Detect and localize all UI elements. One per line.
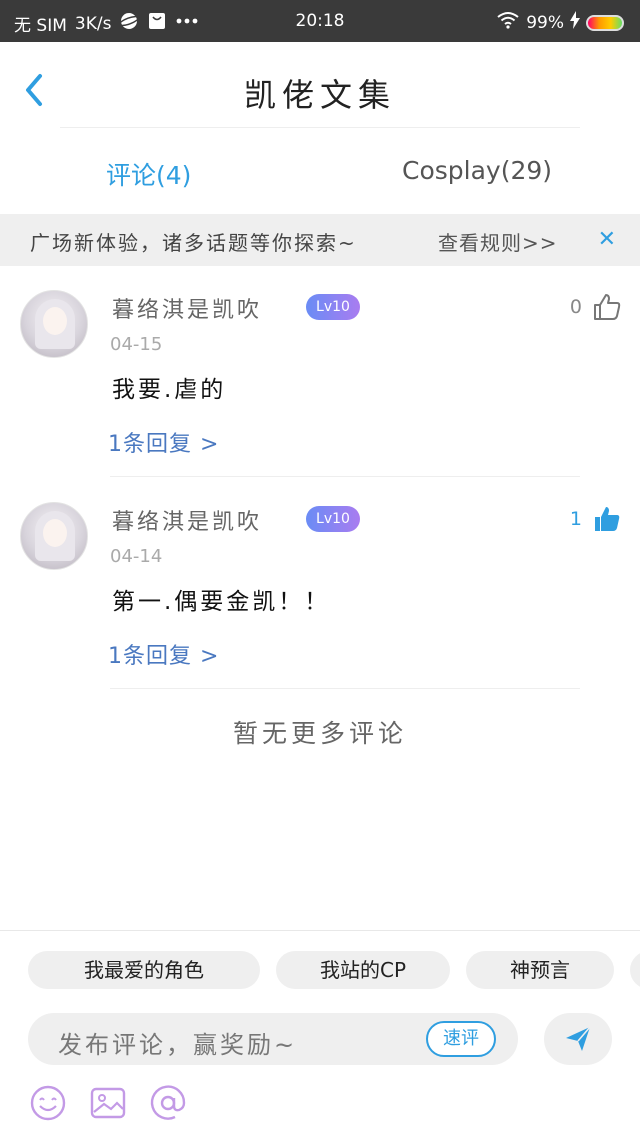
comment-username[interactable]: 暮络淇是凯吹 [112,504,262,536]
comment-input-placeholder: 发布评论，赢奖励~ [58,1031,298,1059]
comment-item: 暮络淇是凯吹 Lv10 04-15 我要.虐的 1条回复 > 0 [0,266,640,478]
tab-bar: 评论(4) Cosplay(29) [0,128,640,214]
comment-divider [110,476,580,477]
comment-username[interactable]: 暮络淇是凯吹 [112,292,262,324]
status-right: 99% [496,11,624,34]
topic-chip[interactable]: 我站的CP [276,951,450,989]
comment-content: 第一.偶要金凯！！ [112,589,331,615]
reply-count-link[interactable]: 1条回复 > [108,426,219,458]
level-badge: Lv10 [306,294,360,320]
like-count: 1 [569,508,582,530]
topic-chip-partial[interactable] [630,951,640,989]
send-button[interactable] [544,1013,612,1065]
comment-divider [110,688,580,689]
comment-content: 我要.虐的 [112,377,227,403]
quick-comment-button[interactable]: 速评 [426,1021,496,1057]
send-icon [566,1026,591,1051]
charging-icon [570,11,580,34]
avatar[interactable] [20,502,88,570]
level-badge: Lv10 [306,506,360,532]
comment-date: 04-15 [110,334,163,355]
at-icon[interactable] [148,1083,188,1123]
nav-bar: 凯佬文集 [0,42,640,128]
close-icon[interactable]: ✕ [598,227,616,252]
page-title: 凯佬文集 [243,76,396,114]
like-button[interactable]: 1 [570,504,622,534]
battery-icon [586,14,624,31]
comment-item: 暮络淇是凯吹 Lv10 04-14 第一.偶要金凯！！ 1条回复 > 1 [0,478,640,690]
wifi-icon [496,11,520,34]
emoji-icon[interactable] [28,1083,68,1123]
tab-cosplay[interactable]: Cosplay(29) [402,156,552,185]
status-bar: 无 SIM 3K/s 20:18 99% [0,0,640,42]
avatar[interactable] [20,290,88,358]
no-more-comments: 暂无更多评论 [232,719,407,748]
notice-banner: 广场新体验，诸多话题等你探索~ 查看规则>> ✕ [0,214,640,266]
reply-count-link[interactable]: 1条回复 > [108,638,219,670]
view-rules-link[interactable]: 查看规则>> [438,227,558,256]
composer-tools [28,1083,188,1123]
comment-date: 04-14 [110,546,163,567]
topic-chip[interactable]: 我最爱的角色 [28,951,260,989]
thumbs-up-filled-icon [595,507,620,531]
avatar-face [43,307,67,335]
topic-chip[interactable]: 神预言 [466,951,614,989]
comment-composer: 我最爱的角色 我站的CP 神预言 发布评论，赢奖励~ 速评 [0,930,640,1138]
battery-percent: 99% [526,12,564,33]
like-count: 0 [569,296,582,318]
comment-input[interactable]: 发布评论，赢奖励~ 速评 [28,1013,518,1065]
like-button[interactable]: 0 [570,292,622,322]
notice-text: 广场新体验，诸多话题等你探索~ [30,231,357,255]
image-icon[interactable] [88,1083,128,1123]
avatar-face [43,519,67,547]
topic-chips: 我最爱的角色 我站的CP 神预言 [0,951,640,991]
tab-comments[interactable]: 评论(4) [106,156,191,192]
thumbs-up-outline-icon [594,294,621,320]
